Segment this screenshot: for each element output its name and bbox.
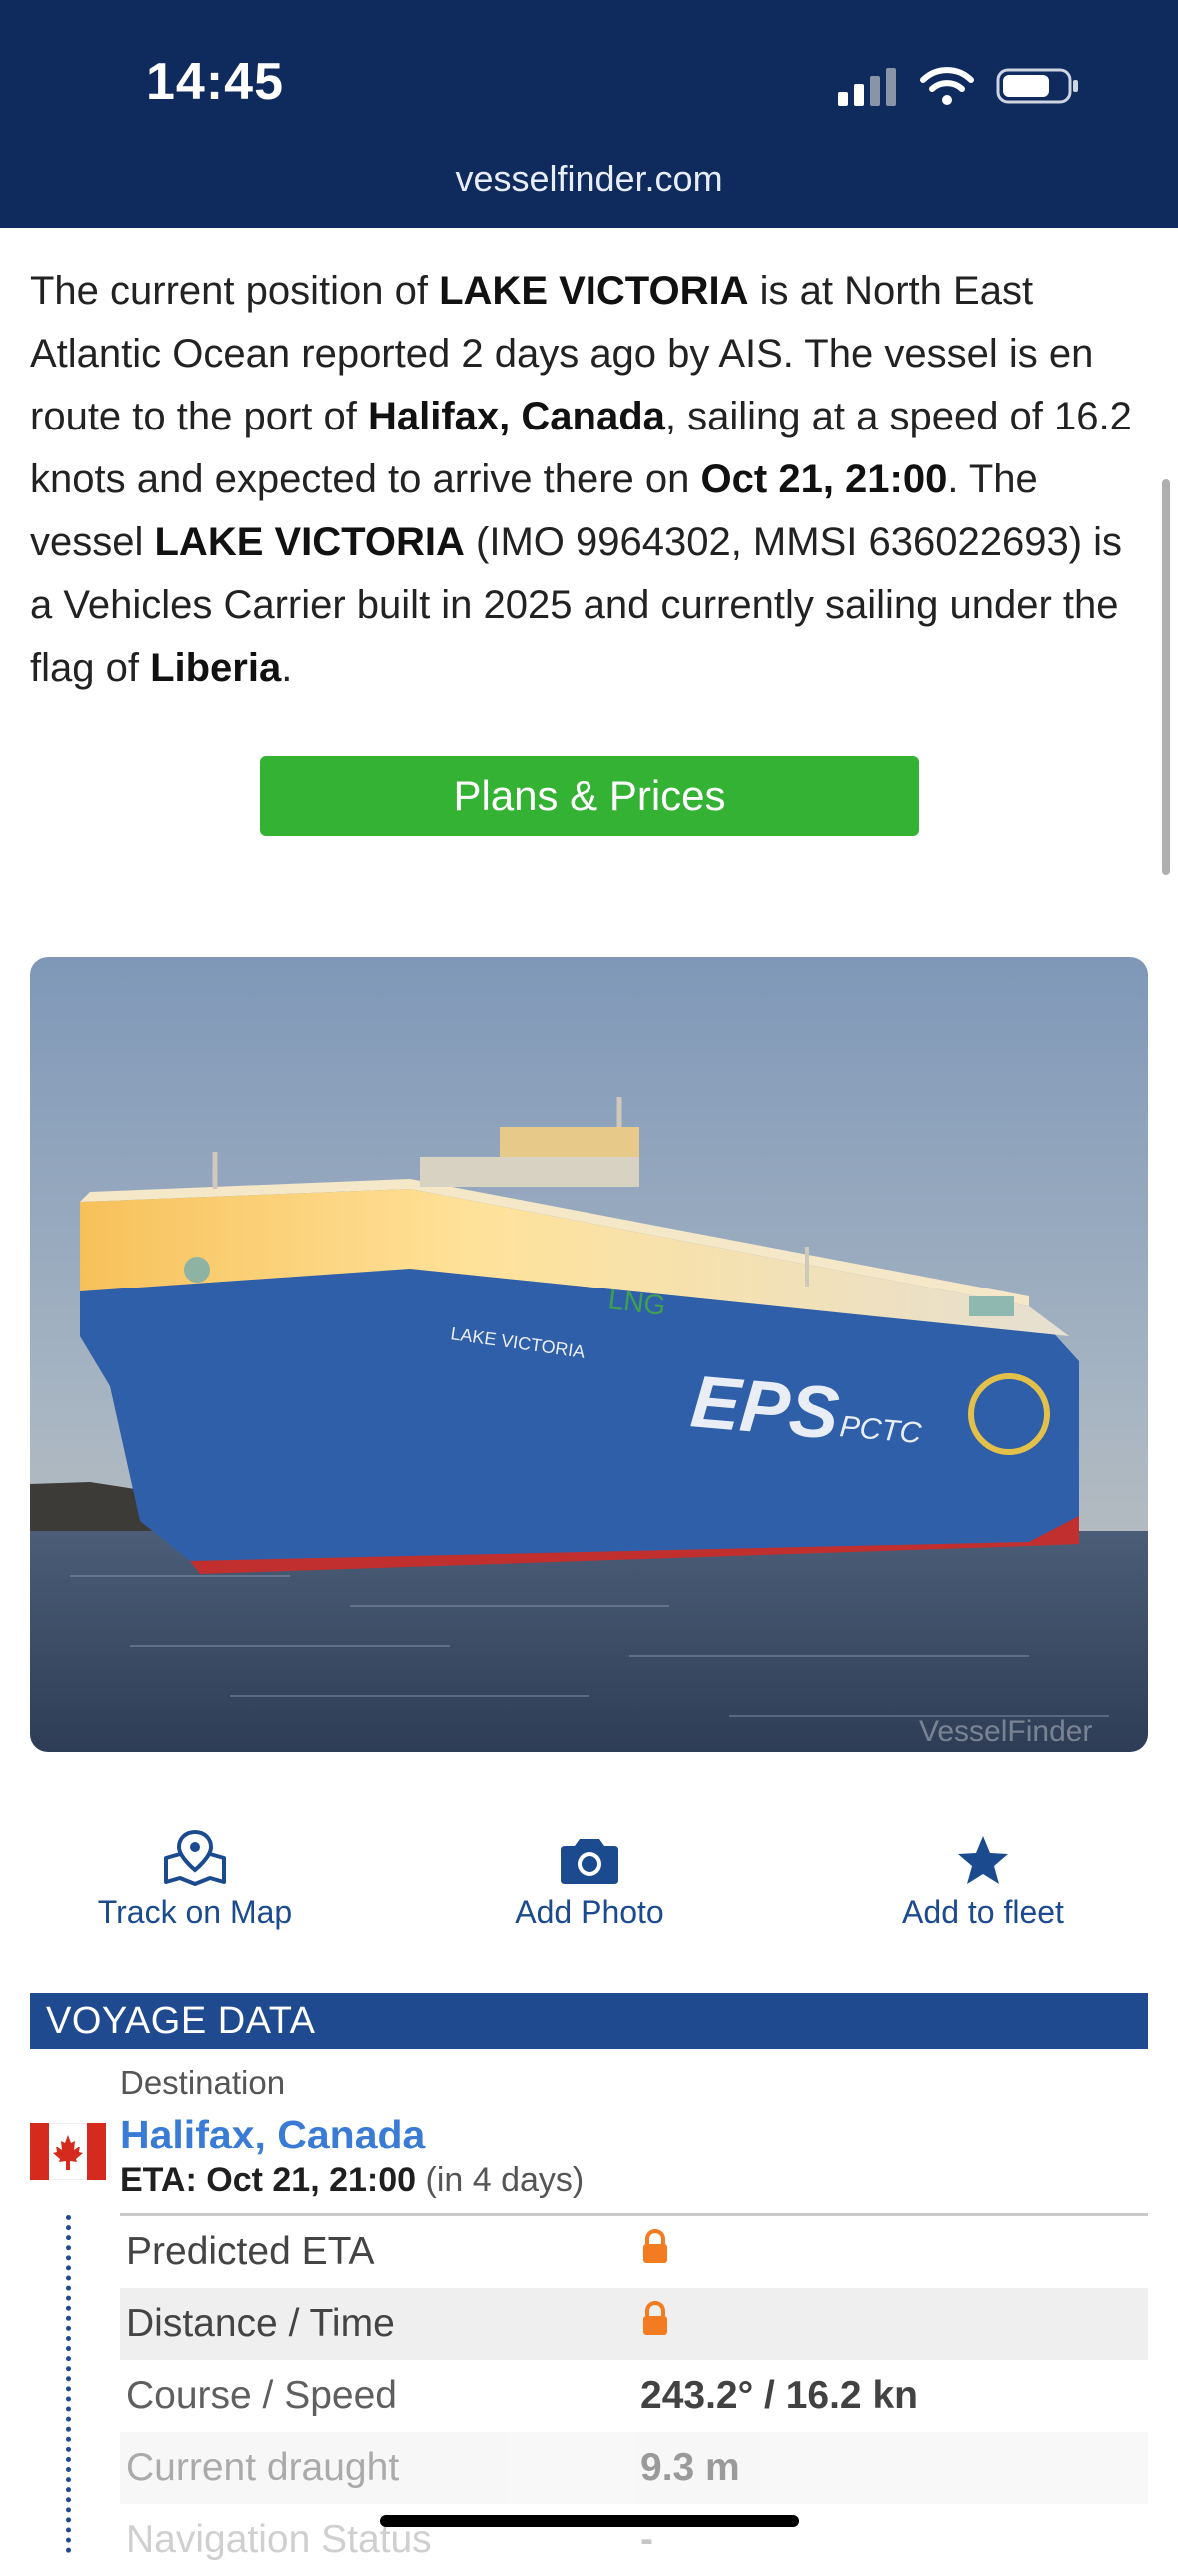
lock-icon[interactable] (640, 2301, 670, 2347)
eta-time: Oct 21, 21:00 (700, 457, 948, 501)
svg-text:VesselFinder: VesselFinder (919, 1715, 1092, 1748)
destination-port: Halifax, Canada (368, 395, 665, 438)
table-row: Predicted ETA (120, 2213, 1148, 2288)
route-dotted-line (66, 2215, 71, 2553)
vessel-photo[interactable]: LAKE VICTORIA EPS PCTC LNG VesselFinder (30, 957, 1148, 1752)
svg-text:EPS: EPS (688, 1359, 843, 1455)
home-indicator[interactable] (380, 2515, 799, 2527)
canada-flag-icon (30, 2123, 106, 2180)
track-on-map-button[interactable]: Track on Map (30, 1828, 360, 1931)
add-to-fleet-label: Add to fleet (902, 1894, 1064, 1930)
summary-text: The current position of LAKE VICTORIA is… (30, 269, 1132, 690)
status-time: 14:45 (146, 53, 284, 111)
map-pin-icon (164, 1829, 226, 1886)
status-icons (838, 60, 1080, 112)
camera-icon (561, 1839, 618, 1884)
vessel-photo-illustration: LAKE VICTORIA EPS PCTC LNG VesselFinder (30, 957, 1148, 1752)
wifi-icon (920, 67, 974, 105)
add-photo-button[interactable]: Add Photo (425, 1828, 754, 1931)
flag-country: Liberia (150, 646, 282, 690)
table-row: Distance / Time (120, 2288, 1148, 2360)
action-bar: Track on Map Add Photo Add to fleet (30, 1828, 1148, 1948)
browser-top-bar: 14:45 vesselfinder.com (0, 0, 1178, 228)
lock-icon[interactable] (640, 2229, 670, 2275)
plans-prices-button[interactable]: Plans & Prices (260, 756, 919, 836)
battery-icon (996, 68, 1078, 104)
eta-line: ETA: Oct 21, 21:00 (in 4 days) (120, 2161, 585, 2199)
url-bar[interactable]: vesselfinder.com (0, 158, 1178, 200)
destination-label: Destination (120, 2064, 286, 2101)
add-to-fleet-button[interactable]: Add to fleet (818, 1828, 1148, 1931)
table-row: Current draught 9.3 m (120, 2432, 1148, 2504)
add-photo-label: Add Photo (515, 1894, 664, 1930)
vessel-name-2: LAKE VICTORIA (154, 520, 465, 564)
table-row: Course / Speed 243.2° / 16.2 kn (126, 2374, 918, 2417)
vessel-summary: The current position of LAKE VICTORIA is… (30, 260, 1149, 700)
voyage-data-header: VOYAGE DATA (30, 1993, 1148, 2049)
scroll-indicator (1162, 479, 1170, 875)
vessel-name: LAKE VICTORIA (439, 269, 749, 313)
star-icon (958, 1836, 1008, 1884)
destination-link[interactable]: Halifax, Canada (120, 2112, 425, 2158)
track-on-map-label: Track on Map (97, 1894, 293, 1930)
signal-icon (838, 68, 896, 106)
